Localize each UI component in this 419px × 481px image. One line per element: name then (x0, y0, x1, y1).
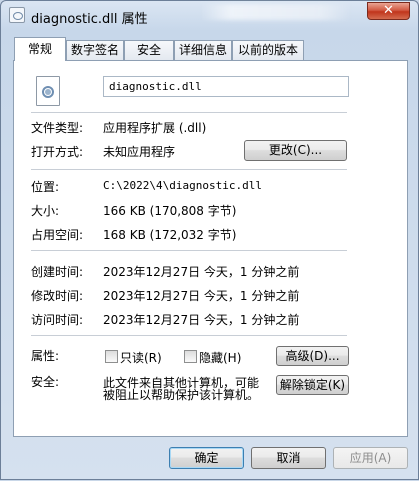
security-text-line2: 被阻止以帮助保护该计算机。 (103, 388, 260, 402)
accessed-label: 访问时间: (31, 313, 84, 327)
change-button[interactable]: 更改(C)... (244, 140, 347, 161)
gear-icon (42, 86, 54, 98)
opens-with-value: 未知应用程序 (103, 145, 176, 159)
separator (31, 112, 347, 113)
general-tab-panel: diagnostic.dll 文件类型: 应用程序扩展 (.dll) 打开方式:… (13, 60, 408, 437)
unblock-button[interactable]: 解除锁定(K) (276, 375, 349, 395)
tab-security[interactable]: 安全 (124, 40, 174, 60)
accessed-value: 2023年12月27日 今天，1 分钟之前 (103, 313, 300, 327)
readonly-checkbox[interactable] (105, 350, 118, 363)
attributes-label: 属性: (31, 349, 60, 363)
security-label: 安全: (31, 375, 60, 389)
size-value: 166 KB (170,808 字节) (103, 204, 237, 218)
dialog-footer: 确定 取消 应用(A) (1, 437, 418, 481)
hidden-checkbox[interactable] (184, 350, 197, 363)
location-label: 位置: (31, 180, 60, 194)
file-type-label: 文件类型: (31, 121, 84, 135)
size-on-disk-label: 占用空间: (31, 228, 84, 242)
close-button[interactable]: ✕ (367, 2, 410, 20)
created-label: 创建时间: (31, 265, 84, 279)
tab-details[interactable]: 详细信息 (174, 40, 232, 60)
title-bar[interactable]: diagnostic.dll 属性 ✕ (1, 1, 418, 31)
modified-label: 修改时间: (31, 289, 84, 303)
advanced-button[interactable]: 高级(D)... (276, 346, 349, 366)
modified-value: 2023年12月27日 今天，1 分钟之前 (103, 289, 300, 303)
tab-previous-versions[interactable]: 以前的版本 (232, 40, 304, 60)
readonly-label[interactable]: 只读(R) (120, 349, 162, 366)
hidden-label[interactable]: 隐藏(H) (199, 349, 241, 366)
separator (31, 250, 347, 251)
dll-gear-icon (36, 76, 60, 106)
file-name-field[interactable]: diagnostic.dll (103, 76, 349, 97)
opens-with-label: 打开方式: (31, 145, 84, 159)
title-bar-glass-blur (201, 4, 351, 20)
location-value: C:\2022\4\diagnostic.dll (103, 179, 262, 192)
dll-file-icon (9, 7, 25, 23)
file-type-value: 应用程序扩展 (.dll) (103, 121, 207, 135)
ok-button[interactable]: 确定 (169, 447, 244, 469)
size-on-disk-value: 168 KB (172,032 字节) (103, 228, 237, 242)
properties-window: diagnostic.dll 属性 ✕ 常规 数字签名 安全 详细信息 以前的版… (0, 0, 419, 480)
tab-digital-signatures[interactable]: 数字签名 (66, 40, 124, 60)
separator (31, 335, 347, 336)
separator (31, 169, 347, 170)
tab-general[interactable]: 常规 (14, 37, 66, 61)
window-title: diagnostic.dll 属性 (31, 12, 148, 27)
created-value: 2023年12月27日 今天，1 分钟之前 (103, 265, 300, 279)
cancel-button[interactable]: 取消 (251, 447, 326, 469)
size-label: 大小: (31, 204, 60, 218)
apply-button[interactable]: 应用(A) (333, 447, 408, 469)
